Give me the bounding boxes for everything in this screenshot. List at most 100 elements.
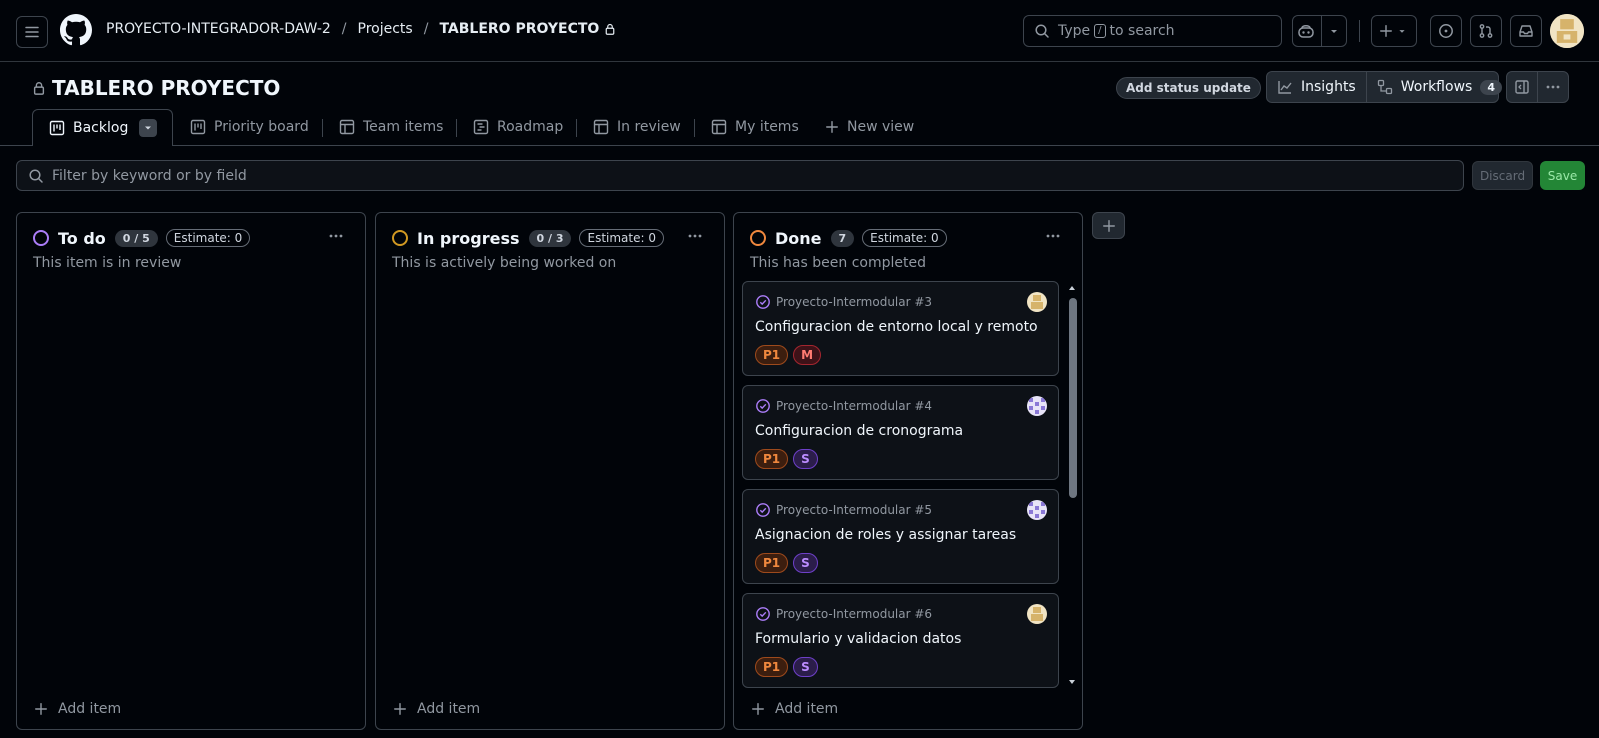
lock-icon	[32, 80, 46, 96]
issue-card[interactable]: Proyecto-Intermodular #3 Configuracion d…	[742, 281, 1059, 376]
assignee-avatar[interactable]	[1027, 396, 1047, 416]
column-estimate-badge: Estimate: 0	[579, 229, 664, 247]
project-menu-button[interactable]	[1537, 72, 1568, 102]
add-column-button[interactable]	[1092, 212, 1125, 239]
search-icon	[28, 168, 44, 184]
column-title: To do	[58, 228, 106, 248]
issue-card[interactable]: Proyecto-Intermodular #4 Configuracion d…	[742, 385, 1059, 480]
filter-input[interactable]: Filter by keyword or by field	[16, 160, 1464, 191]
table-icon	[593, 119, 609, 135]
add-item-label: Add item	[775, 701, 839, 717]
discard-button[interactable]: Discard	[1472, 161, 1533, 190]
card-labels: P1 M	[755, 345, 826, 365]
tab-label: New view	[847, 119, 915, 135]
breadcrumb-separator: /	[341, 21, 347, 37]
inbox-button[interactable]	[1510, 15, 1542, 47]
save-button[interactable]: Save	[1540, 161, 1585, 190]
tab-label: My items	[735, 119, 799, 135]
side-panel-button[interactable]	[1507, 72, 1537, 102]
card-labels: P1 S	[755, 657, 823, 677]
plus-icon	[1380, 25, 1392, 37]
add-item-button[interactable]: Add item	[751, 701, 838, 717]
column-menu-button[interactable]	[1040, 225, 1066, 247]
priority-label: P1	[755, 553, 789, 573]
chevron-down-icon	[1399, 30, 1405, 33]
assignee-avatar[interactable]	[1027, 292, 1047, 312]
size-label: S	[793, 449, 818, 469]
new-view-button[interactable]: New view	[825, 109, 914, 145]
status-circle-icon	[750, 230, 766, 246]
board-icon	[190, 119, 206, 135]
roadmap-icon	[473, 119, 489, 135]
issues-button[interactable]	[1430, 15, 1462, 47]
add-item-label: Add item	[417, 701, 481, 717]
add-item-label: Add item	[58, 701, 122, 717]
card-repo-label: Proyecto-Intermodular #3	[776, 295, 933, 309]
column-description: This is actively being worked on	[392, 255, 617, 271]
tab-in-review[interactable]: In review	[593, 109, 681, 145]
identicon-avatar-icon	[1027, 500, 1047, 520]
column-menu-button[interactable]	[682, 225, 708, 247]
assignee-avatar[interactable]	[1027, 500, 1047, 520]
card-title[interactable]: Formulario y validacion datos	[755, 631, 961, 647]
menu-button[interactable]	[16, 16, 48, 48]
issue-card[interactable]: Proyecto-Intermodular #6 Formulario y va…	[742, 593, 1059, 688]
view-options-button[interactable]	[139, 119, 158, 137]
tab-priority-board[interactable]: Priority board	[190, 109, 309, 145]
pull-requests-button[interactable]	[1470, 15, 1502, 47]
scroll-up-arrow-icon	[1069, 286, 1075, 290]
tab-label: Team items	[363, 119, 444, 135]
tab-my-items[interactable]: My items	[711, 109, 799, 145]
column-count-badge: 7	[830, 229, 855, 247]
scrollbar-thumb[interactable]	[1069, 298, 1077, 498]
tab-team-items[interactable]: Team items	[339, 109, 443, 145]
search-input[interactable]: Type / to search	[1023, 15, 1282, 47]
column-menu-button[interactable]	[323, 225, 349, 247]
board-column-todo: To do 0 / 5 Estimate: 0 This item is in …	[16, 212, 366, 730]
create-new-button[interactable]	[1371, 15, 1417, 47]
plus-icon	[751, 702, 765, 716]
breadcrumb-owner[interactable]: PROYECTO-INTEGRADOR-DAW-2	[106, 21, 331, 37]
identicon-avatar-icon	[1550, 14, 1584, 48]
issue-closed-icon	[755, 502, 771, 518]
copilot-button[interactable]	[1292, 15, 1347, 47]
plus-icon	[34, 702, 48, 716]
user-avatar[interactable]	[1550, 14, 1584, 48]
tab-backlog[interactable]: Backlog	[32, 109, 173, 146]
card-labels: P1 S	[755, 449, 823, 469]
card-repo: Proyecto-Intermodular #4	[755, 398, 932, 414]
card-title[interactable]: Configuracion de cronograma	[755, 423, 963, 439]
card-list: Proyecto-Intermodular #3 Configuracion d…	[741, 281, 1076, 689]
workflows-button[interactable]: Workflows 4	[1365, 72, 1512, 102]
issue-card[interactable]: Proyecto-Intermodular #5 Asignacion de r…	[742, 489, 1059, 584]
priority-label: P1	[755, 345, 789, 365]
column-count-badge: 0 / 3	[528, 229, 572, 247]
add-item-button[interactable]: Add item	[393, 701, 480, 717]
size-label: S	[793, 657, 818, 677]
issue-closed-icon	[755, 606, 771, 622]
workflows-count-badge: 4	[1480, 79, 1502, 95]
breadcrumb: PROYECTO-INTEGRADOR-DAW-2 / Projects / T…	[106, 21, 616, 37]
column-title: In progress	[417, 228, 520, 248]
assignee-avatar[interactable]	[1027, 604, 1047, 624]
git-pull-request-icon	[1479, 24, 1493, 38]
insights-button[interactable]: Insights	[1267, 72, 1366, 102]
breadcrumb-project[interactable]: TABLERO PROYECTO	[439, 21, 599, 37]
github-logo-icon[interactable]	[60, 14, 92, 46]
card-repo: Proyecto-Intermodular #6	[755, 606, 932, 622]
size-label: M	[793, 345, 822, 365]
column-header: To do 0 / 5 Estimate: 0	[33, 227, 251, 249]
issue-closed-icon	[755, 294, 771, 310]
add-status-update-button[interactable]: Add status update	[1116, 77, 1261, 99]
card-title[interactable]: Asignacion de roles y assignar tareas	[755, 527, 1016, 543]
tab-roadmap[interactable]: Roadmap	[473, 109, 563, 145]
add-item-button[interactable]: Add item	[34, 701, 121, 717]
kebab-horizontal-icon	[1546, 85, 1560, 89]
workflows-label: Workflows	[1400, 79, 1473, 95]
tab-divider	[576, 119, 577, 137]
card-title[interactable]: Configuracion de entorno local y remoto	[755, 319, 1038, 335]
breadcrumb-projects[interactable]: Projects	[358, 21, 413, 37]
card-list-scrollbar[interactable]	[1066, 281, 1078, 689]
search-shortcut-key: /	[1094, 24, 1106, 38]
table-icon	[711, 119, 727, 135]
